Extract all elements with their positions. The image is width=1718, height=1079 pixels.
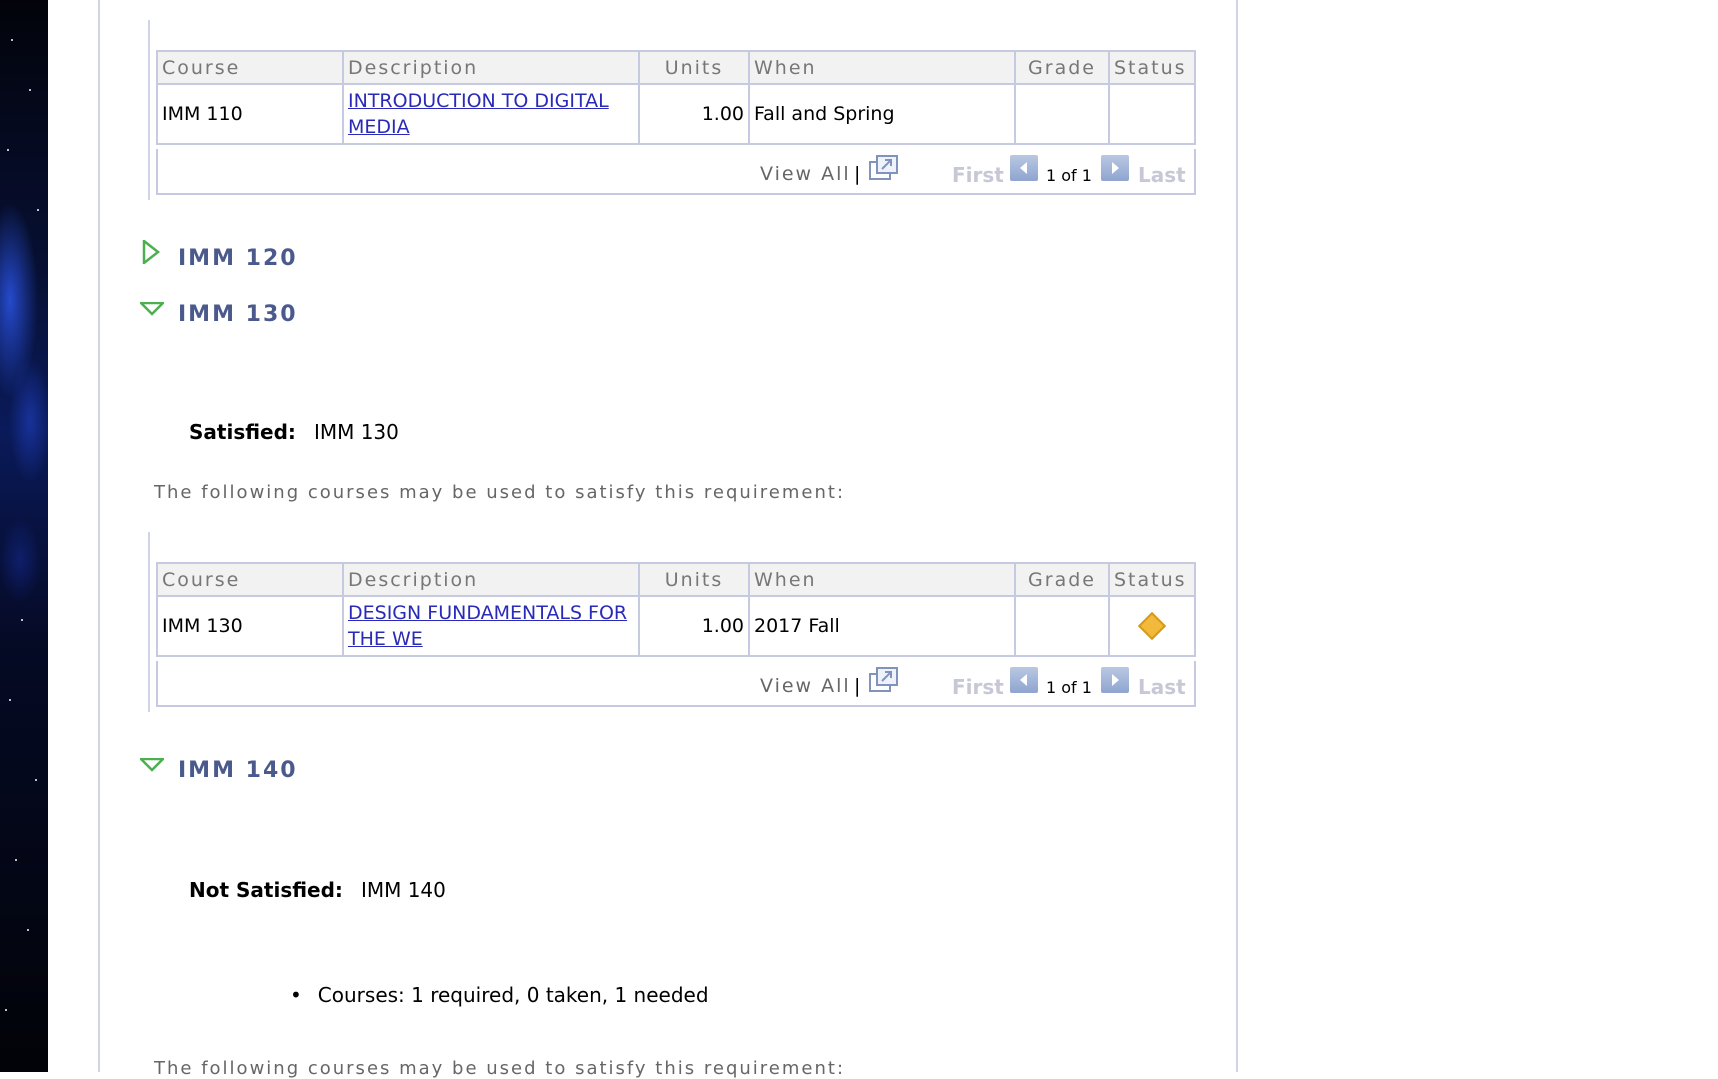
column-header-grade: Grade: [1014, 50, 1110, 85]
popout-icon[interactable]: [869, 155, 899, 181]
arrow-left-icon: [1020, 162, 1027, 174]
group-title[interactable]: IMM 130: [178, 302, 298, 327]
last-page-link[interactable]: Last: [1138, 675, 1186, 699]
when-cell: Fall and Spring: [748, 83, 1016, 145]
requirement-note: The following courses may be used to sat…: [154, 482, 846, 503]
first-page-link[interactable]: First: [952, 675, 1004, 699]
grade-cell: [1014, 83, 1110, 145]
group-title[interactable]: IMM 120: [178, 246, 298, 271]
course-table-imm110: Course Description Units When Grade Stat…: [156, 50, 1196, 145]
next-page-button[interactable]: [1101, 155, 1129, 181]
requirement-bullet: • Courses: 1 required, 0 taken, 1 needed: [290, 983, 709, 1007]
requirement-block-imm130: [148, 532, 150, 712]
units-cell: 1.00: [638, 83, 750, 145]
arrow-left-icon: [1020, 674, 1027, 686]
previous-page-button[interactable]: [1010, 667, 1038, 693]
requirement-block-imm110: [148, 20, 150, 200]
column-header-status: Status: [1108, 562, 1196, 597]
status-value: IMM 140: [360, 878, 446, 902]
collapse-triangle-icon[interactable]: [140, 758, 164, 782]
grade-cell: [1014, 595, 1110, 657]
table-navigation: View All | First 1 of 1 Last: [156, 149, 1196, 195]
status-value: IMM 130: [313, 420, 399, 444]
column-header-units: Units: [638, 562, 750, 597]
popout-icon[interactable]: [869, 667, 899, 693]
column-header-description: Description: [342, 562, 640, 597]
status-cell: [1108, 595, 1196, 657]
course-cell: IMM 110: [156, 83, 344, 145]
in-progress-diamond-icon: [1137, 611, 1167, 641]
description-cell: DESIGN FUNDAMENTALS FOR THE WE: [342, 595, 640, 657]
collapse-triangle-icon[interactable]: [140, 302, 164, 326]
column-header-course: Course: [156, 562, 344, 597]
column-header-when: When: [748, 562, 1016, 597]
status-label: Satisfied:: [189, 420, 296, 444]
when-cell: 2017 Fall: [748, 595, 1016, 657]
course-description-link[interactable]: DESIGN FUNDAMENTALS FOR THE WE: [348, 600, 634, 652]
desktop-background: [0, 0, 48, 1072]
page-count: 1 of 1: [1046, 678, 1092, 697]
nav-separator: |: [854, 675, 861, 697]
status-label: Not Satisfied:: [189, 878, 343, 902]
table-row: IMM 130 DESIGN FUNDAMENTALS FOR THE WE 1…: [156, 595, 1196, 657]
next-page-button[interactable]: [1101, 667, 1129, 693]
column-header-units: Units: [638, 50, 750, 85]
requirement-note: The following courses may be used to sat…: [154, 1058, 846, 1079]
previous-page-button[interactable]: [1010, 155, 1038, 181]
status-cell: [1108, 83, 1196, 145]
arrow-right-icon: [1112, 162, 1119, 174]
group-title[interactable]: IMM 140: [178, 758, 298, 783]
nav-separator: |: [854, 163, 861, 185]
course-description-link[interactable]: INTRODUCTION TO DIGITAL MEDIA: [348, 88, 634, 140]
column-header-status: Status: [1108, 50, 1196, 85]
column-header-description: Description: [342, 50, 640, 85]
table-navigation: View All | First 1 of 1 Last: [156, 661, 1196, 707]
course-cell: IMM 130: [156, 595, 344, 657]
expand-triangle-icon[interactable]: [140, 240, 164, 264]
view-all-link[interactable]: View All: [760, 675, 851, 697]
table-row: IMM 110 INTRODUCTION TO DIGITAL MEDIA 1.…: [156, 83, 1196, 145]
requirement-status: Not Satisfied: IMM 140: [189, 878, 446, 902]
first-page-link[interactable]: First: [952, 163, 1004, 187]
units-cell: 1.00: [638, 595, 750, 657]
view-all-link[interactable]: View All: [760, 163, 851, 185]
last-page-link[interactable]: Last: [1138, 163, 1186, 187]
page-count: 1 of 1: [1046, 166, 1092, 185]
bullet-dot: •: [290, 983, 302, 1007]
arrow-right-icon: [1112, 674, 1119, 686]
bullet-text: Courses: 1 required, 0 taken, 1 needed: [317, 983, 709, 1007]
course-table-imm130: Course Description Units When Grade Stat…: [156, 562, 1196, 657]
requirement-status: Satisfied: IMM 130: [189, 420, 399, 444]
column-header-course: Course: [156, 50, 344, 85]
column-header-grade: Grade: [1014, 562, 1110, 597]
description-cell: INTRODUCTION TO DIGITAL MEDIA: [342, 83, 640, 145]
column-header-when: When: [748, 50, 1016, 85]
